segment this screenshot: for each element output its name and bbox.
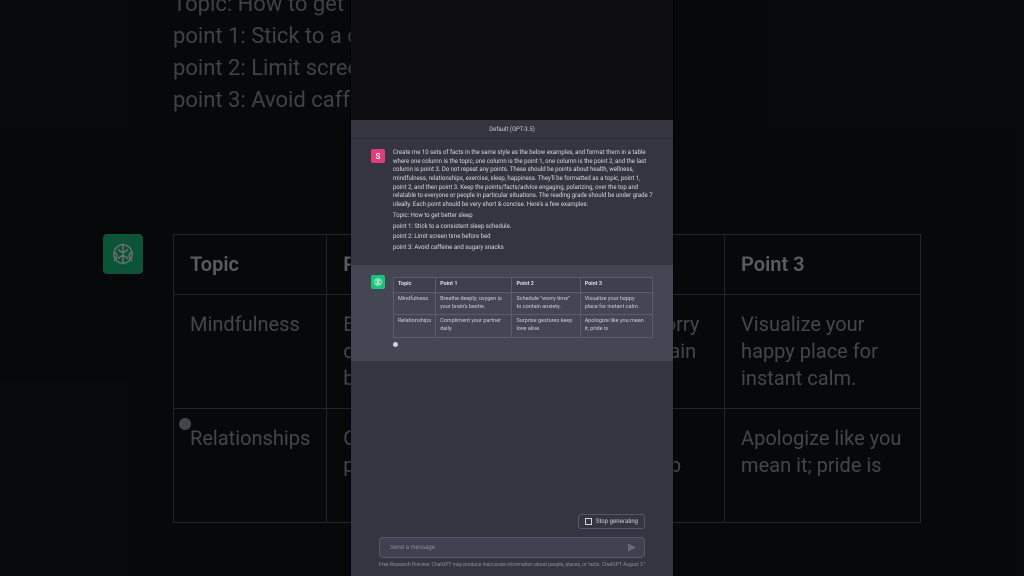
assistant-message-body: Topic Point 1 Point 2 Point 3 Mindfulnes… [393,275,653,352]
user-avatar: S [371,149,385,163]
user-message-body: Create me 10 sets of facts in the same s… [393,149,653,255]
typing-indicator [393,342,398,347]
stop-generating-button[interactable]: Stop generating [578,514,645,529]
send-icon[interactable] [627,543,636,552]
foreground-chat-window: Default (GPT-3.5) S Create me 10 sets of… [351,0,673,576]
assistant-message: Topic Point 1 Point 2 Point 3 Mindfulnes… [351,265,673,362]
model-label: Default (GPT-3.5) [351,120,673,139]
footer-note: Free Research Preview. ChatGPT may produ… [379,562,645,568]
user-message: S Create me 10 sets of facts in the same… [351,139,673,265]
stop-icon [585,518,592,525]
stop-generating-label: Stop generating [596,519,638,525]
message-input-container[interactable] [379,537,645,558]
letterbox-top [351,0,673,120]
table-row: Relationships Compliment your partner da… [394,315,653,338]
response-table: Topic Point 1 Point 2 Point 3 Mindfulnes… [393,277,653,339]
assistant-avatar-small [371,275,385,289]
table-row: Mindfulness Breathe deeply; oxygen is yo… [394,292,653,315]
composer-area: Stop generating Free Research Preview. C… [351,506,673,576]
message-input[interactable] [388,544,627,552]
